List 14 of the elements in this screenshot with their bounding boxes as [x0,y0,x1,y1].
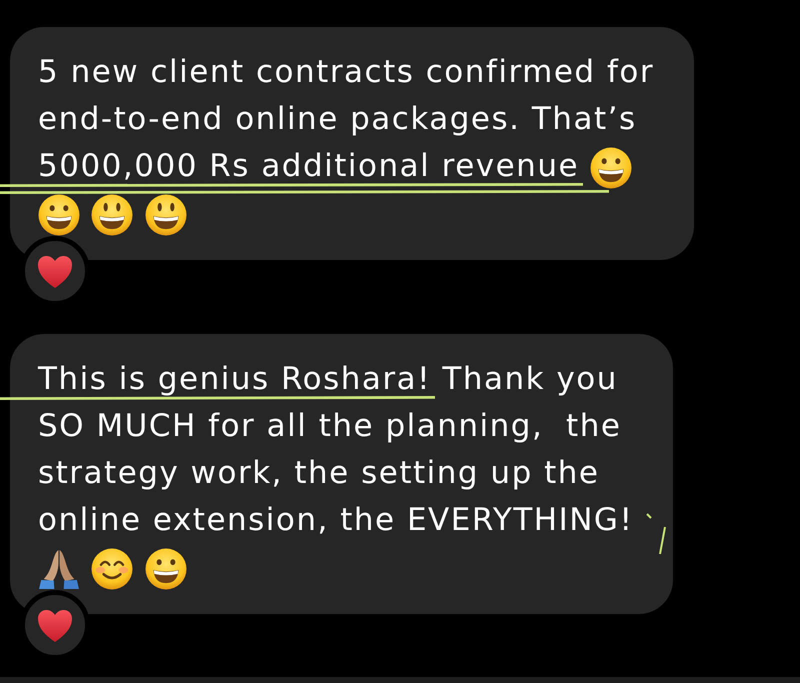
smiley-face-icon [91,194,134,236]
message-text: 5000,000 Rs additional revenue [38,148,580,184]
folded-hands-icon [38,548,80,590]
message-text: online extension, the EVERYTHING! [38,502,634,538]
message-text: SO MUCH for all the planning, the [38,408,622,444]
message-text: 5 new client contracts confirmed for [38,54,654,90]
smiley-face-icon [144,194,187,236]
message-text: strategy work, the setting up the [38,455,600,491]
message-text: This is genius Roshara! Thank you [38,361,618,397]
grinning-face-icon [144,548,187,590]
grinning-face-icon [38,194,80,236]
message-text: end-to-end online packages. That’s [38,101,637,137]
blushing-face-icon [91,548,134,590]
grinning-face-icon [590,146,632,189]
